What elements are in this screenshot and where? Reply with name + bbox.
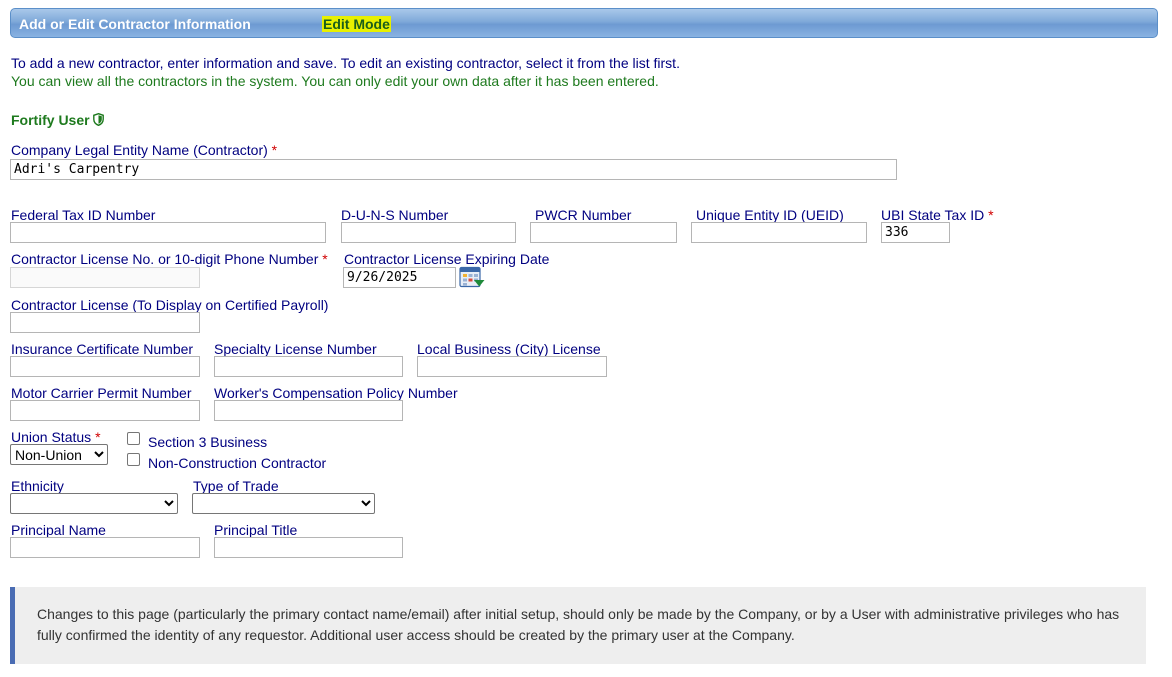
shield-icon bbox=[93, 112, 105, 127]
local-business-label: Local Business (City) License bbox=[417, 341, 601, 357]
fortify-user-text: Fortify User bbox=[11, 112, 90, 128]
section-header: Add or Edit Contractor Information Edit … bbox=[10, 8, 1158, 38]
license-display-input[interactable] bbox=[10, 312, 200, 333]
ueid-input[interactable] bbox=[691, 222, 867, 243]
federal-tax-id-input[interactable] bbox=[10, 222, 326, 243]
workers-comp-input[interactable] bbox=[214, 400, 403, 421]
license-phone-input[interactable] bbox=[10, 267, 200, 288]
pwcr-input[interactable] bbox=[530, 222, 677, 243]
workers-comp-label: Worker's Compensation Policy Number bbox=[214, 385, 458, 401]
principal-title-label: Principal Title bbox=[214, 522, 298, 538]
intro-text: To add a new contractor, enter informati… bbox=[11, 55, 680, 71]
duns-input[interactable] bbox=[341, 222, 516, 243]
insurance-label: Insurance Certificate Number bbox=[11, 341, 194, 357]
license-phone-label: Contractor License No. or 10-digit Phone… bbox=[11, 251, 328, 267]
federal-tax-id-label: Federal Tax ID Number bbox=[11, 207, 156, 223]
duns-label: D-U-N-S Number bbox=[341, 207, 449, 223]
license-display-label: Contractor License (To Display on Certif… bbox=[11, 297, 329, 313]
calendar-icon[interactable] bbox=[459, 266, 485, 290]
principal-title-input[interactable] bbox=[214, 537, 403, 558]
insurance-input[interactable] bbox=[10, 356, 200, 377]
intro-note: You can view all the contractors in the … bbox=[11, 73, 659, 89]
specialty-label: Specialty License Number bbox=[214, 341, 377, 357]
section-title: Add or Edit Contractor Information bbox=[19, 16, 251, 32]
non-construction-label: Non-Construction Contractor bbox=[148, 455, 327, 471]
section3-checkbox[interactable] bbox=[127, 432, 140, 445]
company-name-label: Company Legal Entity Name (Contractor) * bbox=[11, 142, 278, 158]
specialty-input[interactable] bbox=[214, 356, 403, 377]
union-status-select[interactable]: Non-Union bbox=[10, 444, 108, 465]
company-name-input[interactable] bbox=[10, 159, 897, 180]
trade-label: Type of Trade bbox=[193, 478, 279, 494]
ubi-label: UBI State Tax ID * bbox=[881, 207, 994, 223]
local-business-input[interactable] bbox=[417, 356, 607, 377]
ueid-label: Unique Entity ID (UEID) bbox=[696, 207, 844, 223]
ethnicity-label: Ethnicity bbox=[11, 478, 64, 494]
notice-text: Changes to this page (particularly the p… bbox=[37, 606, 1120, 643]
section3-label: Section 3 Business bbox=[148, 434, 268, 450]
ethnicity-select[interactable] bbox=[10, 493, 178, 514]
fortify-user-label[interactable]: Fortify User bbox=[11, 112, 105, 128]
motor-carrier-label: Motor Carrier Permit Number bbox=[11, 385, 192, 401]
ubi-input[interactable] bbox=[881, 222, 950, 243]
non-construction-checkbox[interactable] bbox=[127, 453, 140, 466]
license-expiry-label: Contractor License Expiring Date bbox=[344, 251, 550, 267]
union-status-label: Union Status * bbox=[11, 429, 101, 445]
license-expiry-input[interactable] bbox=[343, 267, 456, 288]
principal-name-input[interactable] bbox=[10, 537, 200, 558]
notice-box: Changes to this page (particularly the p… bbox=[10, 587, 1146, 664]
principal-name-label: Principal Name bbox=[11, 522, 106, 538]
pwcr-label: PWCR Number bbox=[535, 207, 632, 223]
motor-carrier-input[interactable] bbox=[10, 400, 200, 421]
trade-select[interactable] bbox=[192, 493, 375, 514]
edit-mode-badge: Edit Mode bbox=[322, 16, 391, 32]
